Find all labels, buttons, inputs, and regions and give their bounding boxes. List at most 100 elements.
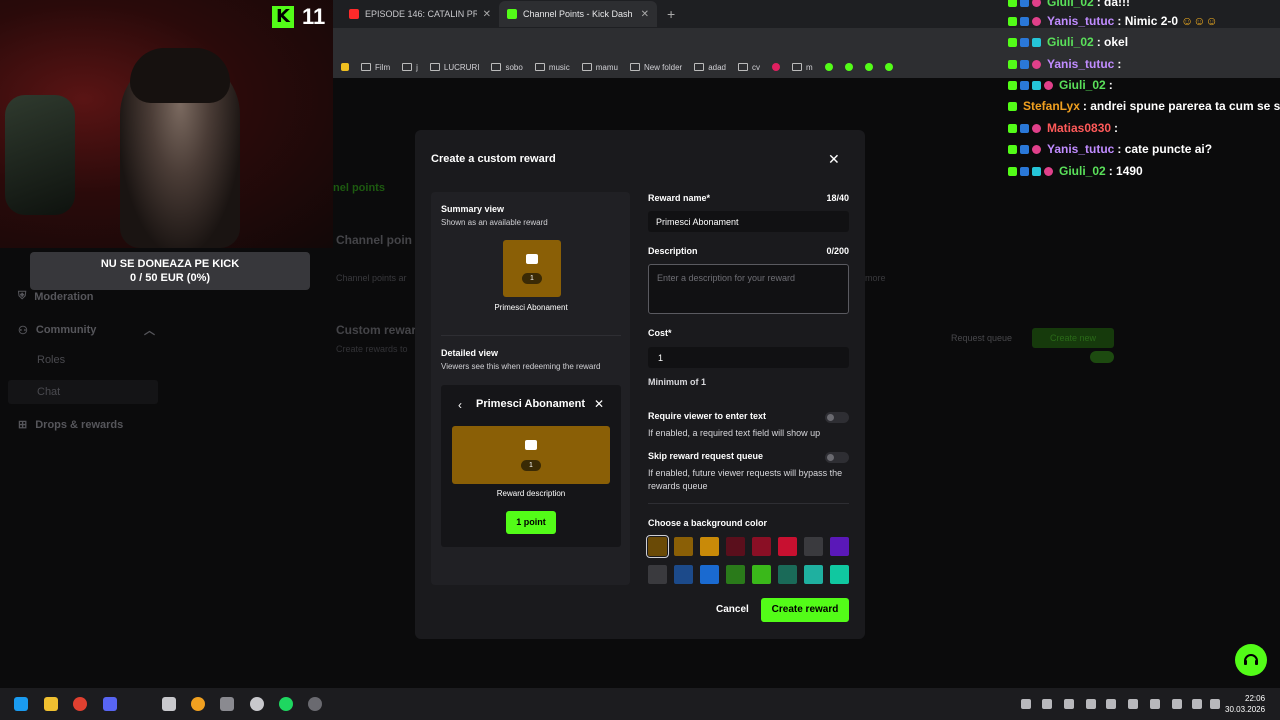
support-chat-button[interactable] [1235,644,1267,676]
bookmark-item[interactable]: mamu [581,63,618,72]
bookmark-item[interactable]: cv [737,63,760,72]
close-tab-icon[interactable]: ✕ [483,9,491,20]
sidebar-item-drops[interactable]: ⊞ Drops & rewards [18,418,123,432]
headset-icon [1244,654,1258,665]
cost-input[interactable]: 1 [648,347,849,368]
description-textarea[interactable]: Enter a description for your reward [648,264,849,314]
color-swatch[interactable] [778,537,797,556]
tray-chevron-icon[interactable] [1021,699,1031,709]
bookmark-item[interactable]: LUCRURI [429,63,479,72]
app-icon[interactable] [308,697,322,711]
tray-icon[interactable] [1128,699,1138,709]
kick-viewer-counter: K 11 [272,4,325,30]
bookmark-item[interactable]: sobo [491,63,523,72]
bookmark-item[interactable] [864,63,873,71]
color-swatch[interactable] [778,565,797,584]
channel-points-toggle[interactable] [1090,351,1114,363]
streamer-hair [130,48,230,103]
tray-icon[interactable] [1042,699,1052,709]
color-swatch[interactable] [674,537,693,556]
subscriber-badge-icon [1032,16,1041,26]
bookmark-item[interactable]: adad [694,63,726,72]
skip-queue-toggle[interactable] [825,452,849,463]
sidebar-item-moderation[interactable]: ⛨ Moderation [18,290,94,303]
color-swatch[interactable] [804,537,823,556]
color-swatch[interactable] [752,537,771,556]
browser-tab-youtube[interactable]: EPISODE 146: CATALIN PROFES ✕ [341,1,499,27]
bookmark-item[interactable] [824,63,833,71]
sidebar-item-chat[interactable]: Chat [37,386,60,398]
color-swatch[interactable] [646,535,669,558]
cancel-button[interactable]: Cancel [716,604,749,615]
close-icon[interactable]: ✕ [594,397,604,411]
request-queue-button[interactable]: Request queue [951,333,1012,343]
color-swatch[interactable] [726,537,745,556]
bookmark-item[interactable]: New folder [629,63,682,72]
system-clock[interactable]: 22:06 30.03.2026 [1225,693,1265,715]
bookmark-item[interactable]: j [402,63,418,72]
color-swatch[interactable] [648,565,667,584]
chat-overlay: Giuli_02: da!!! Yanis_tutuc: Nimic 2-0 ☺… [1008,0,1280,180]
sidebar-item-community[interactable]: ⚇ Community ︿ [18,322,155,338]
sidebar-item-roles[interactable]: Roles [37,354,65,366]
create-reward-button[interactable]: Create reward [761,598,849,622]
app-icon[interactable] [250,697,264,711]
bookmark-item[interactable]: m [791,63,813,72]
chevron-left-icon[interactable]: ‹ [458,398,462,412]
moderator-badge-icon [1020,80,1029,90]
new-tab-icon[interactable]: + [667,6,675,22]
require-text-toggle[interactable] [825,412,849,423]
browser-tab-kick[interactable]: Channel Points - Kick Dash ✕ [499,1,657,27]
bookmark-item[interactable] [771,63,780,71]
create-new-button[interactable]: Create new [1032,328,1114,348]
bookmark-icon [864,63,873,71]
file-explorer-icon[interactable] [44,697,58,711]
color-swatch[interactable] [830,537,849,556]
discord-icon[interactable] [103,697,117,711]
network-icon[interactable] [1192,699,1202,709]
bookmark-item[interactable] [341,63,349,71]
folder-icon [791,63,802,71]
spotify-icon[interactable] [279,697,293,711]
sidebar-item-chat-bg [8,380,158,404]
bluetooth-icon[interactable] [1086,699,1096,709]
chat-message: Giuli_02: 1490 [1008,164,1143,178]
volume-icon[interactable] [1210,699,1220,709]
tray-icon[interactable] [1150,699,1160,709]
skip-queue-label: Skip reward request queue [648,451,764,461]
color-swatch[interactable] [700,565,719,584]
redeem-point-button[interactable]: 1 point [506,511,556,534]
app-icon[interactable] [220,697,234,711]
folder-icon [402,63,413,71]
folder-icon [581,63,592,71]
breadcrumb[interactable]: nel points [333,182,385,194]
color-swatch[interactable] [752,565,771,584]
reward-name-input[interactable]: Primesci Abonament [648,211,849,232]
close-icon[interactable]: ✕ [828,151,840,168]
moderator-badge-icon [1020,16,1029,26]
color-swatch[interactable] [804,565,823,584]
section-description: Channel points ar [336,273,407,283]
bookmark-item[interactable]: Film [361,63,390,72]
tray-icon[interactable] [1106,699,1116,709]
tray-icon[interactable] [1064,699,1074,709]
moderator-badge-icon [1020,59,1029,69]
color-swatch[interactable] [700,537,719,556]
detail-reward-card: 1 [452,426,610,484]
moderator-badge-icon [1020,166,1029,176]
more-link[interactable]: more [865,273,886,283]
moderator-badge-icon [1020,37,1029,47]
close-tab-icon[interactable]: ✕ [641,9,649,20]
app-icon[interactable] [191,697,205,711]
color-swatch[interactable] [726,565,745,584]
chrome-icon[interactable] [73,697,87,711]
bookmark-item[interactable] [884,63,893,71]
color-swatch[interactable] [830,565,849,584]
color-swatch[interactable] [674,565,693,584]
bookmark-item[interactable] [844,63,853,71]
microphone-icon[interactable] [1172,699,1182,709]
windows-start-icon[interactable] [14,697,28,711]
bookmark-item[interactable]: music [534,63,570,72]
summary-view-subtitle: Shown as an available reward [441,218,548,227]
app-icon[interactable] [162,697,176,711]
